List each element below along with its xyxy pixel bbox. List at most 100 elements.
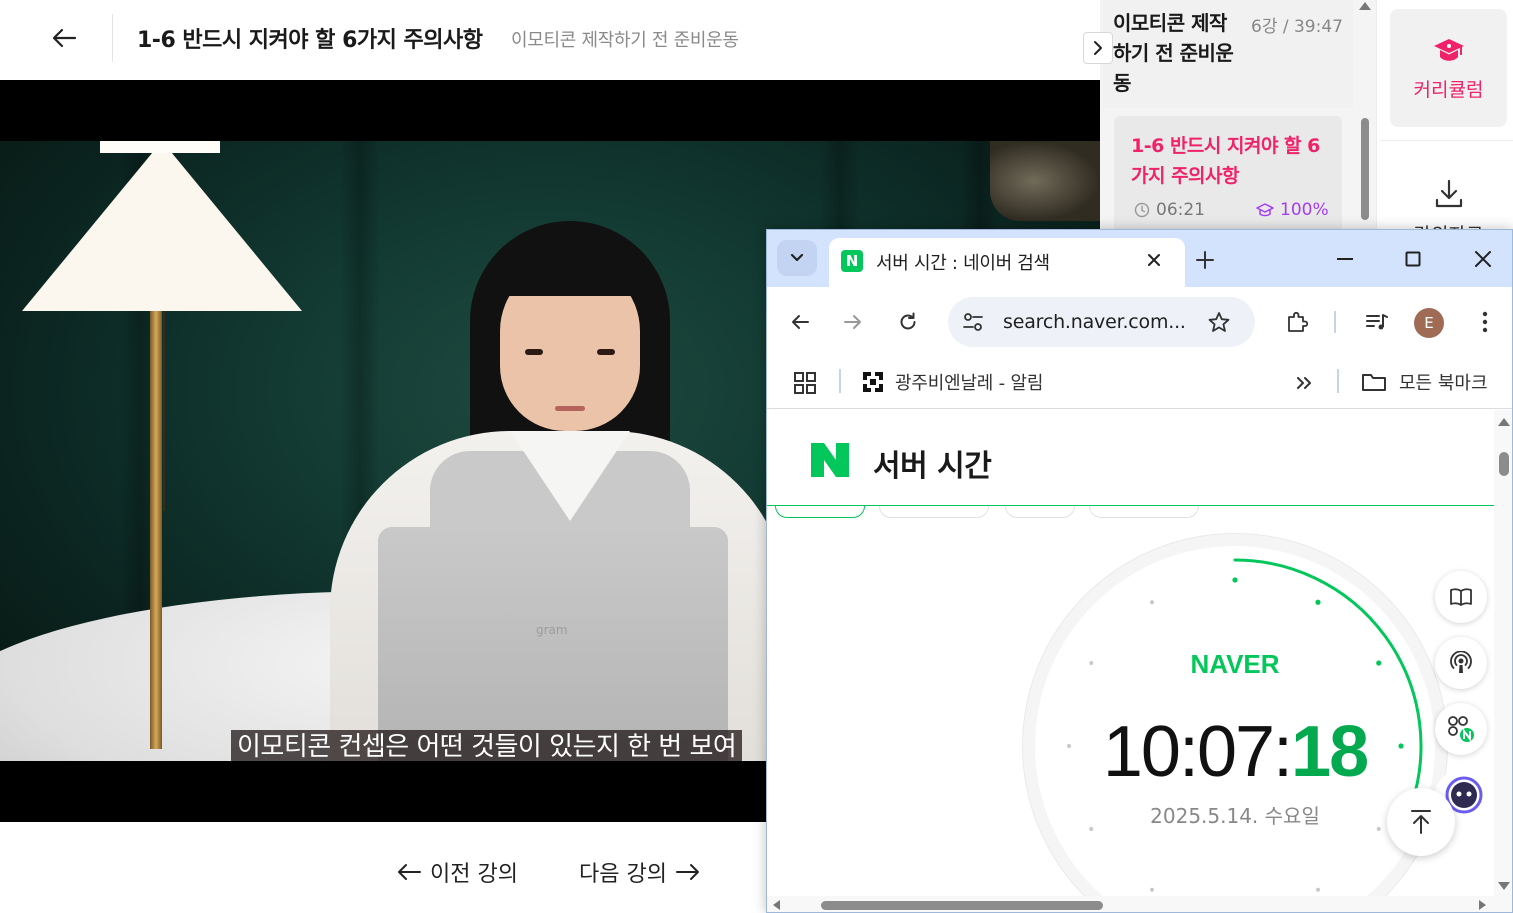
lesson-item-current[interactable]: 1-6 반드시 지켜야 할 6가지 주의사항 06:21 100% (1114, 116, 1342, 236)
window-minimize-button[interactable] (1325, 242, 1365, 276)
server-time-header: 서버 시간 (767, 410, 1494, 506)
clock-hour-minute: 10:07: (1102, 712, 1293, 792)
browser-reload-button[interactable] (890, 304, 926, 340)
lamp-pole (150, 309, 162, 749)
horizontal-scroll-thumb[interactable] (821, 901, 1103, 910)
more-vertical-icon (1482, 311, 1488, 333)
reload-icon (900, 312, 916, 330)
filter-pill[interactable] (775, 506, 865, 518)
arrow-right-icon (675, 864, 699, 880)
window-maximize-button[interactable] (1393, 242, 1433, 276)
scroll-left-button[interactable] (773, 900, 780, 910)
lesson-duration: 06:21 (1134, 200, 1205, 220)
lesson-progress: 100% (1256, 200, 1329, 220)
rail-divider (1380, 140, 1513, 141)
prev-lecture-button[interactable]: 이전 강의 (396, 856, 518, 888)
apps-grid-icon[interactable] (791, 369, 819, 397)
naver-apps-button[interactable] (1435, 703, 1487, 755)
lesson-progress-value: 100% (1280, 200, 1329, 220)
filter-pill[interactable] (879, 506, 989, 518)
close-icon (1475, 251, 1491, 267)
presenter-eye (597, 349, 615, 355)
book-open-icon (1450, 588, 1472, 606)
chapter-card[interactable]: 이모티콘 제작하기 전 준비운동 6강 / 39:47 (1103, 0, 1353, 108)
scroll-down-button[interactable] (1498, 882, 1510, 890)
filter-pill[interactable] (1005, 506, 1075, 518)
site-settings-icon[interactable] (960, 309, 986, 335)
all-bookmarks-label: 모든 북마크 (1399, 373, 1488, 394)
lamp-cord (163, 311, 165, 511)
address-url: search.naver.com... (1003, 311, 1186, 333)
apps-n-icon (1448, 716, 1474, 742)
bookmarks-separator (839, 369, 841, 393)
clock-tick (1150, 887, 1154, 892)
laptop: gram (378, 527, 728, 761)
bookmark-star-icon[interactable] (1204, 307, 1234, 337)
lecture-subtitle: 이모티콘 제작하기 전 준비운동 (511, 30, 739, 51)
media-controls-button[interactable] (1359, 304, 1395, 340)
chevron-right-icon (1094, 41, 1102, 55)
presenter-mouth (555, 406, 585, 411)
clock-tick (1315, 599, 1321, 605)
next-lecture-button[interactable]: 다음 강의 (579, 856, 701, 888)
clock-brand: NAVER (1190, 649, 1280, 679)
arrow-left-icon (792, 315, 809, 329)
maximize-icon (1405, 251, 1421, 267)
vertical-scroll-thumb[interactable] (1499, 452, 1509, 476)
horizontal-scrollbar[interactable] (767, 896, 1494, 912)
arrow-left-icon (398, 864, 421, 880)
browser-menu-button[interactable] (1467, 304, 1503, 340)
chevron-down-icon (790, 253, 804, 262)
browser-toolbar: search.naver.com... E (767, 287, 1512, 357)
clock-tick (1232, 577, 1238, 583)
bookmarks-overflow-button[interactable] (1291, 369, 1317, 397)
scroll-right-button[interactable] (1479, 900, 1486, 910)
clock-seconds: 18 (1291, 712, 1369, 792)
server-time-title: 서버 시간 (873, 449, 992, 484)
clock-date: 2025.5.14. 수요일 (1150, 804, 1320, 828)
live-button[interactable] (1435, 637, 1487, 689)
profile-avatar[interactable]: E (1414, 308, 1444, 338)
tab-close-button[interactable] (1141, 247, 1167, 273)
presenter-eye (525, 349, 543, 355)
tab-search-button[interactable] (777, 240, 817, 276)
browser-back-button[interactable] (782, 304, 818, 340)
browser-window: N 서버 시간 : 네이버 검색 search.naver.com... E 광… (766, 229, 1513, 913)
server-clock: NAVER 10:07:18 2025.5.14. 수요일 (1035, 546, 1435, 912)
back-arrow-icon[interactable] (48, 22, 80, 54)
window-close-button[interactable] (1463, 242, 1503, 276)
extensions-button[interactable] (1279, 304, 1315, 340)
bookmark-label: 광주비엔날레 - 알림 (895, 373, 1044, 394)
scroll-up-button[interactable] (1498, 418, 1510, 426)
chapter-title: 이모티콘 제작하기 전 준비운동 (1113, 11, 1234, 95)
media-queue-icon (1366, 314, 1388, 330)
reader-mode-button[interactable] (1435, 571, 1487, 623)
double-chevron-right-icon (1297, 377, 1311, 389)
scroll-to-top-button[interactable] (1387, 788, 1455, 856)
podcast-icon (1450, 651, 1472, 673)
browser-forward-button[interactable] (835, 304, 871, 340)
lamp-shade (22, 141, 302, 311)
header-divider (112, 14, 113, 62)
address-bar[interactable]: search.naver.com... (948, 297, 1255, 347)
clock-time: 10:07:18 (1035, 711, 1435, 793)
arrow-up-icon (1411, 810, 1431, 834)
vertical-scrollbar[interactable] (1494, 410, 1512, 912)
panel-scroll-thumb[interactable] (1361, 118, 1369, 220)
clock-tick (1150, 600, 1154, 605)
browser-tab-active[interactable]: N 서버 시간 : 네이버 검색 (829, 238, 1185, 287)
new-tab-button[interactable] (1187, 242, 1223, 278)
curriculum-button[interactable]: 커리큘럼 (1390, 9, 1507, 127)
toolbar-separator (1334, 311, 1336, 333)
vintage-phone (990, 141, 1100, 221)
bookmark-gwangju-biennale[interactable]: 광주비엔날레 - 알림 (861, 367, 1043, 397)
puzzle-icon (1288, 311, 1309, 332)
all-bookmarks-button[interactable]: 모든 북마크 (1361, 367, 1488, 397)
lamp-shade-top (100, 141, 220, 153)
screen: 1-6 반드시 지켜야 할 6가지 주의사항 이모티콘 제작하기 전 준비운동 (0, 0, 1513, 913)
collapse-panel-button[interactable] (1083, 32, 1113, 64)
browser-viewport: 서버 시간 NAVER 10:07:18 2025.5.14. 수요일 (767, 410, 1512, 912)
filter-pill[interactable] (1089, 506, 1199, 518)
laptop-brand: gram (536, 623, 568, 637)
panel-scroll-up-button[interactable] (1359, 2, 1371, 10)
